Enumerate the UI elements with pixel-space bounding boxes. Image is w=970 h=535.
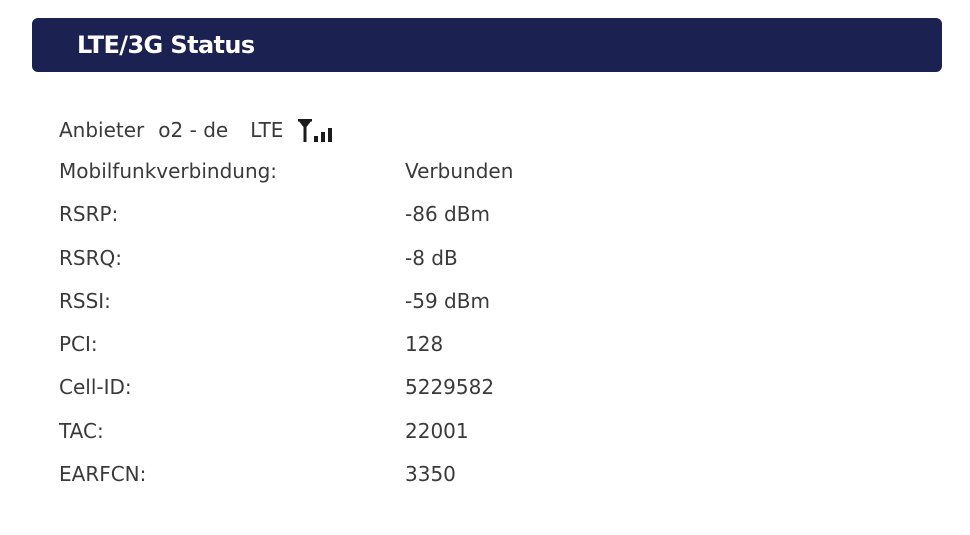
section-header: LTE/3G Status	[32, 18, 942, 72]
status-row-rsrp: RSRP: -86 dBm	[59, 193, 659, 236]
connection-label: Mobilfunkverbindung:	[59, 159, 278, 183]
provider-label: Anbieter	[59, 118, 145, 142]
rsrq-label: RSRQ:	[59, 245, 122, 270]
pci-label: PCI:	[59, 332, 98, 357]
status-table: Mobilfunkverbindung: Verbunden RSRP: -86…	[59, 150, 659, 496]
network-technology: LTE	[250, 118, 284, 142]
tac-value: 22001	[405, 418, 469, 443]
provider-row: Anbieter o2 - de LTE	[59, 114, 341, 146]
rssi-label: RSSI:	[59, 288, 111, 313]
earfcn-value: 3350	[405, 462, 456, 487]
status-row-earfcn: EARFCN: 3350	[59, 453, 659, 496]
cell-id-value: 5229582	[405, 375, 495, 400]
rsrq-value: -8 dB	[405, 245, 458, 270]
status-row-cell-id: Cell-ID: 5229582	[59, 366, 659, 409]
connection-value: Verbunden	[405, 159, 514, 183]
rsrp-label: RSRP:	[59, 202, 119, 227]
provider-name: o2 - de	[158, 118, 229, 142]
status-row-pci: PCI: 128	[59, 323, 659, 366]
earfcn-label: EARFCN:	[59, 462, 147, 487]
rssi-value: -59 dBm	[405, 288, 490, 313]
status-row-rsrq: RSRQ: -8 dB	[59, 237, 659, 280]
pci-value: 128	[405, 332, 444, 357]
section-title: LTE/3G Status	[77, 31, 255, 59]
status-row-tac: TAC: 22001	[59, 410, 659, 453]
status-row-rssi: RSSI: -59 dBm	[59, 280, 659, 323]
status-row-connection: Mobilfunkverbindung: Verbunden	[59, 150, 659, 193]
rsrp-value: -86 dBm	[405, 202, 490, 227]
cell-id-label: Cell-ID:	[59, 375, 132, 400]
signal-strength-icon	[297, 116, 341, 144]
tac-label: TAC:	[59, 418, 104, 443]
